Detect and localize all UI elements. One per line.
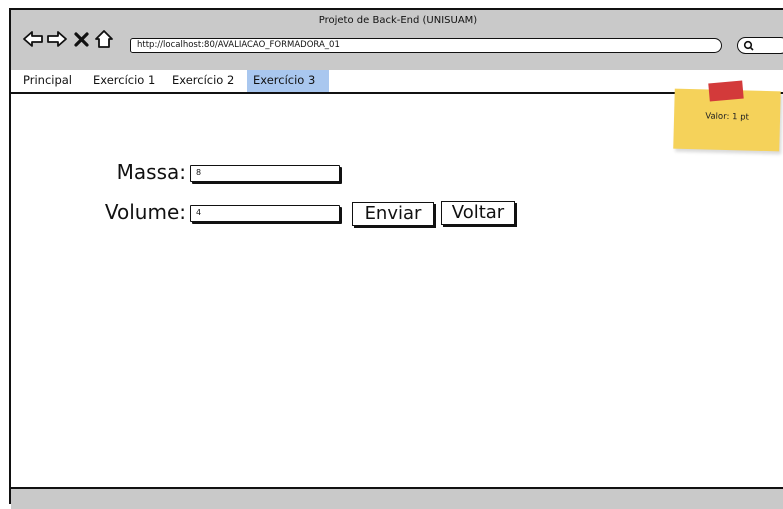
voltar-button[interactable]: Voltar [441,201,515,225]
home-icon[interactable] [93,28,115,50]
search-icon [743,40,754,51]
volume-label: Volume: [104,200,186,224]
massa-input[interactable]: 8 [190,165,340,182]
search-box[interactable] [737,37,783,54]
enviar-button[interactable]: Enviar [352,202,434,226]
forward-arrow-icon[interactable] [46,28,68,50]
sticky-tape [708,80,744,102]
tab-exercicio-1[interactable]: Exercício 1 [87,70,161,92]
volume-input[interactable]: 4 [190,205,340,222]
tab-exercicio-2[interactable]: Exercício 2 [166,70,240,92]
tab-exercicio-3[interactable]: Exercício 3 [247,70,329,92]
browser-window: Projeto de Back-End (UNISUAM) http://loc… [9,8,783,509]
sticky-note-text: Valor: 1 pt [705,111,750,123]
address-bar[interactable]: http://localhost:80/AVALIACAO_FORMADORA_… [130,38,722,53]
massa-label: Massa: [116,160,186,184]
title-bar: Projeto de Back-End (UNISUAM) http://loc… [11,10,783,72]
back-arrow-icon[interactable] [22,28,44,50]
status-bar [11,487,783,509]
close-icon[interactable] [71,28,93,50]
tab-principal[interactable]: Principal [17,70,78,92]
tab-bar: Principal Exercício 1 Exercício 2 Exercí… [11,70,783,94]
window-title: Projeto de Back-End (UNISUAM) [318,15,478,26]
